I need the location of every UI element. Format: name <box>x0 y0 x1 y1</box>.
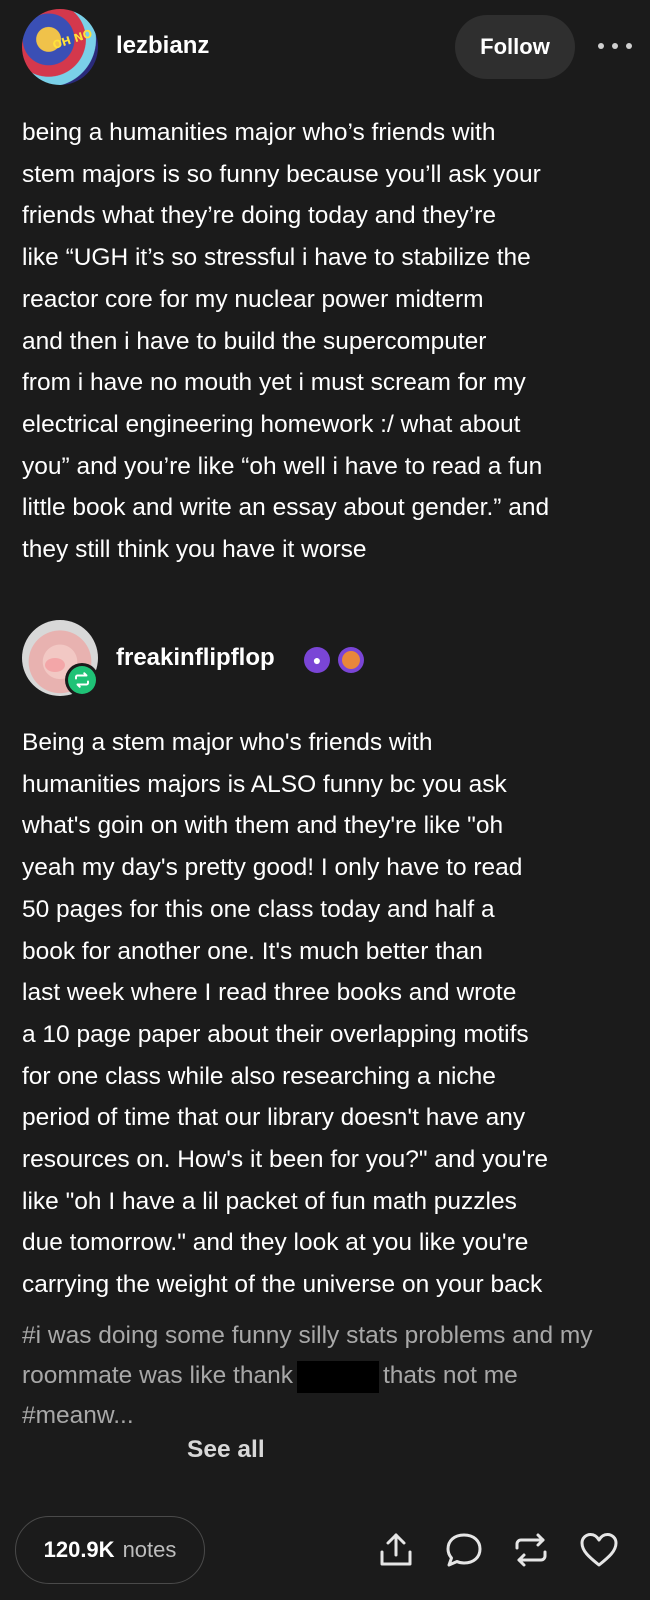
tag[interactable]: thats not me <box>383 1362 518 1389</box>
see-all-tags-button[interactable]: See all <box>187 1436 265 1464</box>
redaction-box <box>296 1360 379 1393</box>
post-card: OH NO lezbianz Follow being a humanities… <box>0 0 650 1600</box>
tags-section: #i was doing some funny silly stats prob… <box>22 1316 622 1436</box>
avatar-bubble-text: OH NO <box>50 26 94 53</box>
reblog-badge-icon <box>65 663 99 697</box>
post-author-username[interactable]: lezbianz <box>116 32 209 60</box>
reblog-icon[interactable] <box>509 1528 553 1572</box>
like-icon[interactable] <box>577 1528 621 1572</box>
reply-icon[interactable] <box>442 1528 486 1572</box>
notes-label: notes <box>122 1537 177 1562</box>
reblog-body-text: Being a stem major who's friends with hu… <box>22 729 549 1299</box>
notes-count: 120.9K <box>43 1537 115 1562</box>
more-options-icon[interactable] <box>598 36 632 56</box>
follow-button[interactable]: Follow <box>455 15 575 79</box>
paw-badge-icon[interactable]: ● <box>304 647 330 673</box>
reblog-author-username[interactable]: freakinflipflop <box>116 644 275 672</box>
tag[interactable]: #meanw... <box>22 1402 134 1429</box>
avatar[interactable]: OH NO <box>22 9 98 85</box>
post-header: OH NO lezbianz Follow <box>0 0 650 96</box>
paw-badge-icon[interactable] <box>338 647 364 673</box>
notes-button[interactable]: 120.9K notes <box>15 1516 205 1584</box>
share-icon[interactable] <box>374 1528 418 1572</box>
avatar-nose <box>45 658 65 672</box>
post-body-text: being a humanities major who’s friends w… <box>22 119 550 564</box>
